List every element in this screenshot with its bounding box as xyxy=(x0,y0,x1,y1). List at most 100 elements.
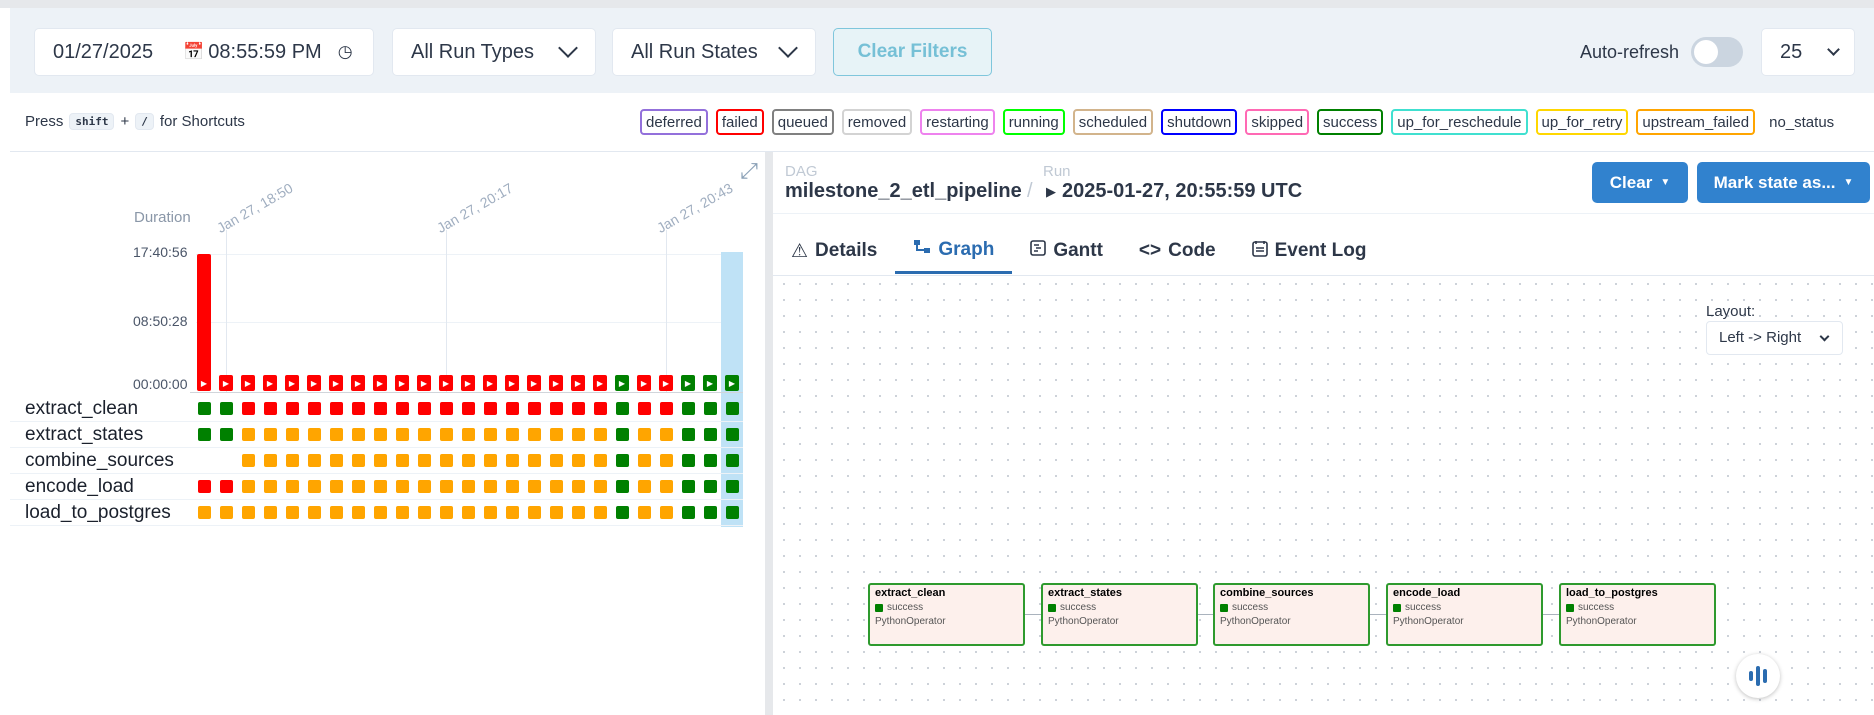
legend-failed[interactable]: failed xyxy=(715,109,764,135)
run-bar[interactable]: ▶ xyxy=(703,375,717,391)
task-instance-cell[interactable] xyxy=(726,480,739,493)
graph-node[interactable]: combine_sources success PythonOperator xyxy=(1213,583,1370,646)
task-instance-cell[interactable] xyxy=(594,428,607,441)
task-instance-cell[interactable] xyxy=(616,480,629,493)
task-instance-cell[interactable] xyxy=(264,402,277,415)
task-instance-cell[interactable] xyxy=(462,428,475,441)
task-instance-cell[interactable] xyxy=(660,480,673,493)
task-instance-cell[interactable] xyxy=(330,402,343,415)
run-bar[interactable]: ▶ xyxy=(373,375,387,391)
task-instance-cell[interactable] xyxy=(528,506,541,519)
task-instance-cell[interactable] xyxy=(462,454,475,467)
task-instance-cell[interactable] xyxy=(462,506,475,519)
task-instance-cell[interactable] xyxy=(242,454,255,467)
task-instance-cell[interactable] xyxy=(352,402,365,415)
task-instance-cell[interactable] xyxy=(308,480,321,493)
run-bar[interactable]: ▶ xyxy=(439,375,453,391)
task-instance-cell[interactable] xyxy=(242,428,255,441)
task-instance-cell[interactable] xyxy=(352,428,365,441)
task-instance-cell[interactable] xyxy=(286,428,299,441)
task-instance-cell[interactable] xyxy=(220,402,233,415)
task-instance-cell[interactable] xyxy=(682,402,695,415)
task-instance-cell[interactable] xyxy=(330,480,343,493)
task-instance-cell[interactable] xyxy=(374,402,387,415)
task-instance-cell[interactable] xyxy=(682,428,695,441)
run-bar[interactable]: ▶ xyxy=(219,375,233,391)
graph-node[interactable]: extract_states success PythonOperator xyxy=(1041,583,1198,646)
task-instance-cell[interactable] xyxy=(440,480,453,493)
task-instance-cell[interactable] xyxy=(572,428,585,441)
task-instance-cell[interactable] xyxy=(286,402,299,415)
task-instance-cell[interactable] xyxy=(616,454,629,467)
task-instance-cell[interactable] xyxy=(242,480,255,493)
legend-restarting[interactable]: restarting xyxy=(920,109,995,135)
run-bar[interactable]: ▶ xyxy=(659,375,673,391)
task-instance-cell[interactable] xyxy=(726,506,739,519)
task-instance-cell[interactable] xyxy=(330,454,343,467)
task-instance-cell[interactable] xyxy=(330,506,343,519)
run-bar[interactable]: ▶ xyxy=(395,375,409,391)
task-instance-cell[interactable] xyxy=(528,428,541,441)
task-instance-cell[interactable] xyxy=(198,480,211,493)
task-instance-cell[interactable] xyxy=(308,454,321,467)
task-instance-cell[interactable] xyxy=(484,428,497,441)
task-instance-cell[interactable] xyxy=(572,480,585,493)
task-instance-cell[interactable] xyxy=(638,506,651,519)
task-instance-cell[interactable] xyxy=(242,402,255,415)
task-instance-cell[interactable] xyxy=(462,402,475,415)
run-bar[interactable]: ▶ xyxy=(725,375,739,391)
task-instance-cell[interactable] xyxy=(374,454,387,467)
task-instance-cell[interactable] xyxy=(704,402,717,415)
breadcrumb-run[interactable]: ▶ 2025-01-27, 20:55:59 UTC xyxy=(1046,180,1302,203)
task-instance-cell[interactable] xyxy=(308,506,321,519)
run-bar[interactable]: ▶ xyxy=(637,375,651,391)
legend-success[interactable]: success xyxy=(1317,109,1384,135)
run-bar[interactable]: ▶ xyxy=(417,375,431,391)
task-name[interactable]: extract_states xyxy=(25,424,143,446)
task-name[interactable]: encode_load xyxy=(25,476,134,498)
task-instance-cell[interactable] xyxy=(286,480,299,493)
graph-node[interactable]: load_to_postgres success PythonOperator xyxy=(1559,583,1716,646)
task-instance-cell[interactable] xyxy=(484,480,497,493)
mark-state-button[interactable]: Mark state as... ▼ xyxy=(1697,162,1870,203)
legend-scheduled[interactable]: scheduled xyxy=(1072,109,1154,135)
task-instance-cell[interactable] xyxy=(528,402,541,415)
run-bar[interactable]: ▶ xyxy=(593,375,607,391)
task-instance-cell[interactable] xyxy=(374,480,387,493)
task-instance-cell[interactable] xyxy=(638,428,651,441)
page-size-select[interactable]: 25 xyxy=(1761,28,1855,76)
task-instance-cell[interactable] xyxy=(506,454,519,467)
task-instance-cell[interactable] xyxy=(242,506,255,519)
layout-select[interactable]: Left -> Right xyxy=(1706,321,1843,355)
task-instance-cell[interactable] xyxy=(418,428,431,441)
run-bar[interactable]: ▶ xyxy=(483,375,497,391)
task-instance-cell[interactable] xyxy=(638,402,651,415)
run-bar[interactable]: ▶ xyxy=(285,375,299,391)
task-instance-cell[interactable] xyxy=(264,454,277,467)
task-instance-cell[interactable] xyxy=(286,506,299,519)
task-instance-cell[interactable] xyxy=(726,428,739,441)
legend-skipped[interactable]: skipped xyxy=(1245,109,1310,135)
task-instance-cell[interactable] xyxy=(682,506,695,519)
tab-graph[interactable]: Graph xyxy=(895,228,1013,274)
task-instance-cell[interactable] xyxy=(484,506,497,519)
legend-upstream-failed[interactable]: upstream_failed xyxy=(1636,109,1756,135)
task-instance-cell[interactable] xyxy=(396,402,409,415)
task-instance-cell[interactable] xyxy=(462,480,475,493)
task-instance-cell[interactable] xyxy=(374,428,387,441)
task-instance-cell[interactable] xyxy=(418,480,431,493)
task-instance-cell[interactable] xyxy=(638,480,651,493)
run-bar[interactable]: ▶ xyxy=(571,375,585,391)
run-bar[interactable]: ▶ xyxy=(505,375,519,391)
task-instance-cell[interactable] xyxy=(660,428,673,441)
task-instance-cell[interactable] xyxy=(616,506,629,519)
task-instance-cell[interactable] xyxy=(418,506,431,519)
task-instance-cell[interactable] xyxy=(198,428,211,441)
task-instance-cell[interactable] xyxy=(396,428,409,441)
legend-queued[interactable]: queued xyxy=(771,109,834,135)
task-instance-cell[interactable] xyxy=(594,480,607,493)
task-instance-cell[interactable] xyxy=(616,428,629,441)
run-bar[interactable]: ▶ xyxy=(549,375,563,391)
tab-details[interactable]: ⚠ Details xyxy=(773,228,895,274)
task-instance-cell[interactable] xyxy=(550,428,563,441)
